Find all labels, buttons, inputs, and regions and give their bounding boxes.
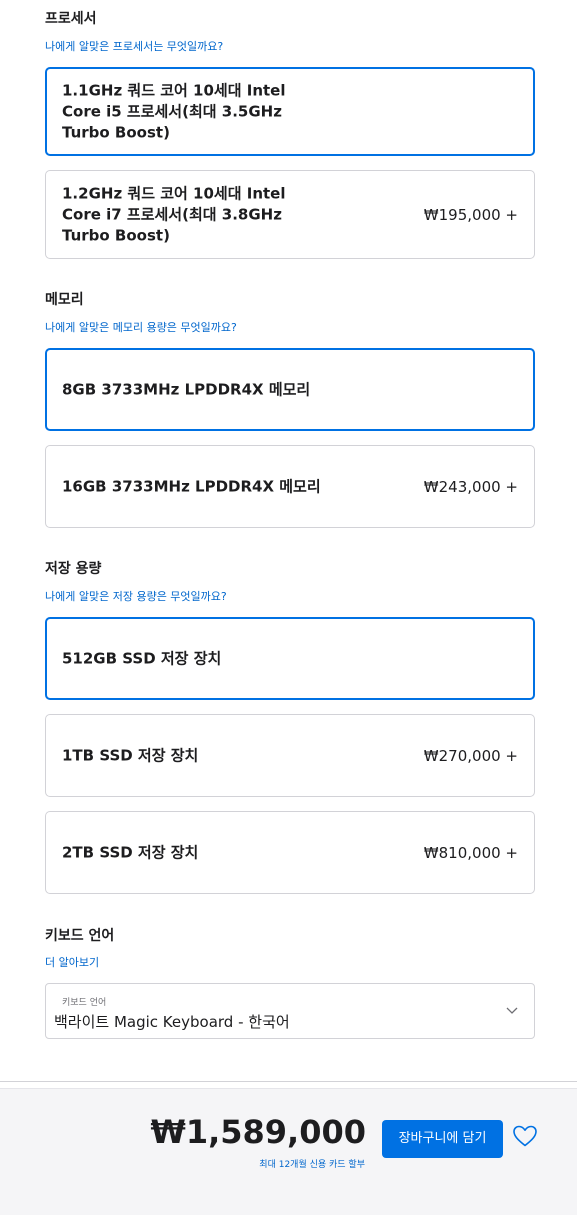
storage-option-2tb[interactable]: 2TB SSD 저장 장치 ₩810,000 + bbox=[45, 811, 535, 894]
keyboard-learn-more-link[interactable]: 더 알아보기 bbox=[45, 954, 99, 970]
total-price: ₩1,589,000 bbox=[150, 1113, 366, 1151]
chevron-down-icon bbox=[506, 1007, 518, 1014]
option-label: 1TB SSD 저장 장치 bbox=[62, 746, 199, 764]
option-price: ₩270,000 + bbox=[423, 746, 518, 765]
option-label: 8GB 3733MHz LPDDR4X 메모리 bbox=[62, 380, 311, 398]
memory-section-title: 메모리 bbox=[45, 292, 84, 308]
storage-option-1tb[interactable]: 1TB SSD 저장 장치 ₩270,000 + bbox=[45, 714, 535, 797]
processor-option-i5[interactable]: 1.1GHz 쿼드 코어 10세대 Intel Core i5 프로세서(최대 … bbox=[45, 67, 535, 156]
add-to-bag-button[interactable]: 장바구니에 담기 bbox=[382, 1120, 503, 1158]
memory-option-8gb[interactable]: 8GB 3733MHz LPDDR4X 메모리 bbox=[45, 348, 535, 431]
processor-help-link[interactable]: 나에게 알맞은 프로세서는 무엇일까요? bbox=[45, 38, 223, 54]
option-label: 1.1GHz 쿼드 코어 10세대 Intel Core i5 프로세서(최대 … bbox=[62, 81, 286, 141]
option-label: 16GB 3733MHz LPDDR4X 메모리 bbox=[62, 477, 321, 495]
select-caption: 키보드 언어 bbox=[62, 998, 107, 1008]
storage-option-512gb[interactable]: 512GB SSD 저장 장치 bbox=[45, 617, 535, 700]
option-label: 2TB SSD 저장 장치 bbox=[62, 843, 199, 861]
option-price: ₩243,000 + bbox=[423, 477, 518, 496]
keyboard-section-title: 키보드 언어 bbox=[45, 928, 115, 944]
select-value: 백라이트 Magic Keyboard - 한국어 bbox=[54, 1013, 290, 1031]
divider bbox=[0, 1081, 577, 1082]
processor-option-i7[interactable]: 1.2GHz 쿼드 코어 10세대 Intel Core i7 프로세서(최대 … bbox=[45, 170, 535, 259]
option-label: 512GB SSD 저장 장치 bbox=[62, 649, 222, 667]
heart-icon[interactable] bbox=[512, 1124, 538, 1148]
keyboard-language-select[interactable]: 키보드 언어 백라이트 Magic Keyboard - 한국어 bbox=[45, 983, 535, 1039]
storage-help-link[interactable]: 나에게 알맞은 저장 용량은 무엇일까요? bbox=[45, 588, 227, 604]
memory-help-link[interactable]: 나에게 알맞은 메모리 용량은 무엇일까요? bbox=[45, 319, 237, 335]
option-label: 1.2GHz 쿼드 코어 10세대 Intel Core i7 프로세서(최대 … bbox=[62, 184, 286, 244]
processor-section-title: 프로세서 bbox=[45, 11, 97, 27]
memory-option-16gb[interactable]: 16GB 3733MHz LPDDR4X 메모리 ₩243,000 + bbox=[45, 445, 535, 528]
option-price: ₩810,000 + bbox=[423, 843, 518, 862]
installment-link[interactable]: 최대 12개월 신용 카드 할부 bbox=[259, 1157, 365, 1170]
storage-section-title: 저장 용량 bbox=[45, 561, 102, 577]
option-price: ₩195,000 + bbox=[423, 205, 518, 224]
